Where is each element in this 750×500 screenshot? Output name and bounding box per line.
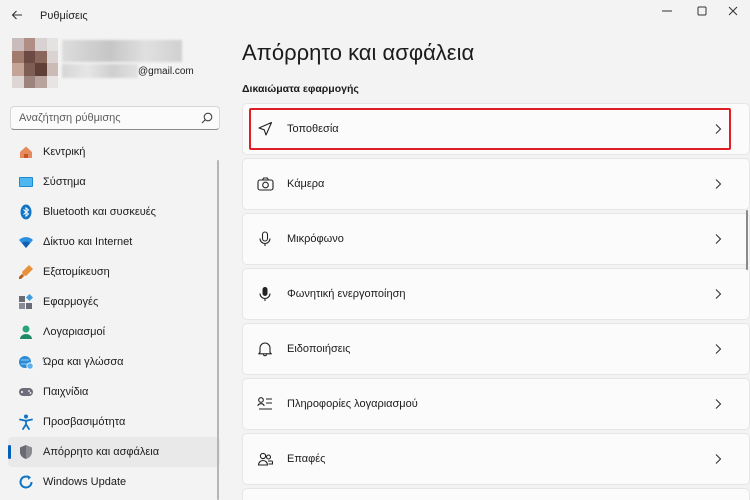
avatar[interactable] [12, 38, 58, 88]
sidebar-item-label: Bluetooth και συσκευές [43, 206, 156, 218]
sidebar-item-time-language[interactable]: Ώρα και γλώσσα [8, 347, 220, 377]
card-label: Πληροφορίες λογαριασμού [287, 398, 418, 410]
sidebar-item-label: Ώρα και γλώσσα [43, 356, 124, 368]
account-info-icon [255, 394, 275, 414]
microphone-icon [255, 229, 275, 249]
minimize-icon [662, 10, 672, 12]
bluetooth-icon [17, 204, 34, 221]
sidebar-item-network[interactable]: Δίκτυο και Internet [8, 227, 220, 257]
contacts-icon [255, 449, 275, 469]
card-notifications[interactable]: Ειδοποιήσεις [242, 323, 750, 375]
sidebar-nav: Κεντρική Σύστημα Bluetooth και συσκευές … [8, 137, 220, 497]
card-voice-activation[interactable]: Φωνητική ενεργοποίηση [242, 268, 750, 320]
network-icon [17, 234, 34, 251]
chevron-right-icon [715, 124, 722, 134]
bell-icon [255, 339, 275, 359]
card-label: Φωνητική ενεργοποίηση [287, 288, 406, 300]
chevron-right-icon [715, 399, 722, 409]
back-button[interactable] [6, 4, 28, 26]
card-label: Κάμερα [287, 178, 325, 190]
search-box[interactable] [10, 106, 220, 130]
chevron-right-icon [715, 289, 722, 299]
sidebar-item-label: Παιχνίδια [43, 386, 89, 398]
windows-update-icon [17, 474, 34, 491]
profile-email: @gmail.com [138, 66, 194, 77]
personalization-icon [17, 264, 34, 281]
card-contacts[interactable]: Επαφές [242, 433, 750, 485]
system-icon [17, 174, 34, 191]
card-next-partial[interactable] [242, 488, 750, 500]
search-icon[interactable] [201, 112, 213, 124]
chevron-right-icon [715, 179, 722, 189]
sidebar-item-label: Windows Update [43, 476, 127, 488]
sidebar-item-windows-update[interactable]: Windows Update [8, 467, 220, 497]
sidebar-item-label: Κεντρική [43, 146, 86, 158]
chevron-right-icon [715, 234, 722, 244]
sidebar-item-apps[interactable]: Εφαρμογές [8, 287, 220, 317]
page-title: Απόρρητο και ασφάλεια [242, 40, 475, 65]
card-location[interactable]: Τοποθεσία [242, 103, 750, 155]
sidebar-item-home[interactable]: Κεντρική [8, 137, 220, 167]
arrow-left-icon [11, 10, 22, 20]
accessibility-icon [17, 414, 34, 431]
accounts-icon [17, 324, 34, 341]
title-bar: Ρυθμίσεις [0, 0, 750, 32]
section-title: Δικαιώματα εφαρμογής [242, 83, 359, 95]
close-icon [728, 6, 738, 16]
sidebar-item-accessibility[interactable]: Προσβασιμότητα [8, 407, 220, 437]
sidebar-scrollbar[interactable] [217, 160, 219, 500]
card-account-info[interactable]: Πληροφορίες λογαριασμού [242, 378, 750, 430]
card-label: Επαφές [287, 453, 326, 465]
location-icon [255, 119, 275, 139]
sidebar-item-label: Εφαρμογές [43, 296, 99, 308]
privacy-shield-icon [17, 444, 34, 461]
card-label: Τοποθεσία [287, 123, 339, 135]
sidebar-item-accounts[interactable]: Λογαριασμοί [8, 317, 220, 347]
card-label: Ειδοποιήσεις [287, 343, 351, 355]
sidebar-item-system[interactable]: Σύστημα [8, 167, 220, 197]
sidebar-item-bluetooth[interactable]: Bluetooth και συσκευές [8, 197, 220, 227]
chevron-right-icon [715, 344, 722, 354]
sidebar-item-label: Προσβασιμότητα [43, 416, 126, 428]
sidebar-item-label: Σύστημα [43, 176, 86, 188]
search-input[interactable] [11, 107, 191, 129]
maximize-button[interactable] [685, 0, 719, 22]
main-scrollbar[interactable] [746, 210, 748, 270]
permissions-list: Τοποθεσία Κάμερα Μικρόφωνο Φωνητική ενερ… [242, 103, 750, 500]
maximize-icon [697, 6, 707, 16]
minimize-button[interactable] [650, 0, 684, 22]
sidebar-item-personalization[interactable]: Εξατομίκευση [8, 257, 220, 287]
camera-icon [255, 174, 275, 194]
app-title: Ρυθμίσεις [40, 10, 88, 22]
sidebar-item-label: Δίκτυο και Internet [43, 236, 133, 248]
close-button[interactable] [716, 0, 750, 22]
card-label: Μικρόφωνο [287, 233, 344, 245]
gaming-icon [17, 384, 34, 401]
sidebar-item-gaming[interactable]: Παιχνίδια [8, 377, 220, 407]
profile-email-blurred [62, 64, 138, 78]
sidebar-item-privacy-security[interactable]: Απόρρητο και ασφάλεια [8, 437, 220, 467]
time-language-icon [17, 354, 34, 371]
card-camera[interactable]: Κάμερα [242, 158, 750, 210]
apps-icon [17, 294, 34, 311]
sidebar-item-label: Λογαριασμοί [43, 326, 106, 338]
home-icon [17, 144, 34, 161]
profile-name-blurred [62, 40, 182, 62]
chevron-right-icon [715, 454, 722, 464]
sidebar-item-label: Απόρρητο και ασφάλεια [43, 446, 160, 458]
card-microphone[interactable]: Μικρόφωνο [242, 213, 750, 265]
sidebar-item-label: Εξατομίκευση [43, 266, 110, 278]
voice-activation-icon [255, 284, 275, 304]
